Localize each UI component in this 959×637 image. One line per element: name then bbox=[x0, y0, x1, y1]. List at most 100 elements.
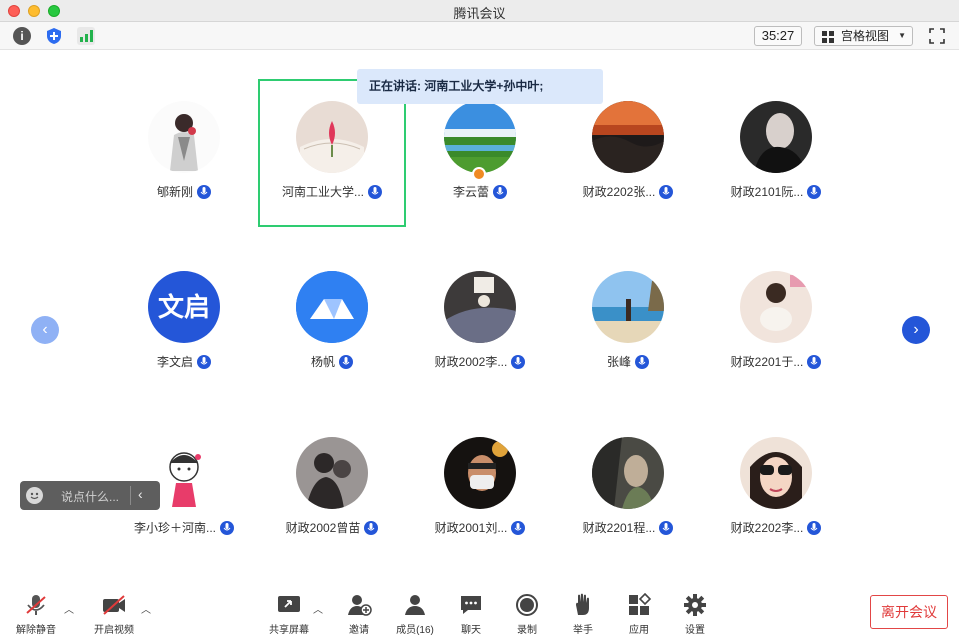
participant-name-row: 李文启 bbox=[110, 353, 258, 371]
window-title: 腾讯会议 bbox=[453, 6, 506, 21]
chevron-left-icon[interactable]: ‹ bbox=[138, 486, 143, 502]
members-icon bbox=[402, 593, 428, 617]
avatar bbox=[148, 101, 220, 173]
gear-icon bbox=[682, 593, 708, 617]
mic-muted-icon bbox=[23, 593, 49, 617]
participant-tile[interactable]: 财政2201程... bbox=[554, 415, 702, 563]
raise-hand-label: 举手 bbox=[573, 625, 593, 636]
view-mode-dropdown[interactable]: 宫格视图 ▼ bbox=[814, 26, 913, 46]
record-label: 录制 bbox=[517, 625, 537, 636]
bottom-control-bar: 解除静音 ︿ 开启视频 ︿ 共享屏幕 ︿ 邀请 成员(16) 聊天 录制 举手 … bbox=[0, 585, 959, 637]
participant-name: 郇新刚 bbox=[156, 185, 193, 199]
chat-icon bbox=[458, 593, 484, 617]
next-page-button[interactable]: › bbox=[902, 316, 930, 344]
avatar bbox=[296, 271, 368, 343]
previous-page-button[interactable]: ‹ bbox=[31, 316, 59, 344]
mic-icon bbox=[511, 520, 526, 535]
mic-icon bbox=[511, 354, 526, 369]
mic-icon bbox=[807, 354, 822, 369]
participant-name-row: 杨帆 bbox=[258, 353, 406, 371]
participant-name-row: 财政2101阮... bbox=[702, 183, 850, 201]
participant-tile[interactable]: 财政2002曾苗 bbox=[258, 415, 406, 563]
participant-name: 杨帆 bbox=[310, 355, 335, 369]
avatar: 文启 bbox=[148, 271, 220, 343]
hand-icon bbox=[570, 593, 596, 617]
unmute-button[interactable]: 解除静音 bbox=[6, 593, 66, 636]
avatar bbox=[444, 271, 516, 343]
participant-name: 财政2001刘... bbox=[434, 521, 508, 535]
apps-button[interactable]: 应用 bbox=[609, 592, 669, 636]
participant-name: 财政2101阮... bbox=[730, 185, 804, 199]
record-button[interactable]: 录制 bbox=[497, 593, 557, 636]
avatar bbox=[592, 437, 664, 509]
title-bar: 腾讯会议 bbox=[0, 0, 959, 22]
participant-tile[interactable]: 财政2101阮... bbox=[702, 79, 850, 227]
avatar bbox=[592, 101, 664, 173]
members-button[interactable]: 成员(16) bbox=[385, 593, 445, 636]
share-screen-label: 共享屏幕 bbox=[269, 625, 309, 636]
info-icon[interactable]: i bbox=[13, 27, 31, 45]
invite-label: 邀请 bbox=[349, 625, 369, 636]
divider bbox=[130, 486, 131, 505]
participant-tile[interactable]: 文启 李文启 bbox=[110, 249, 258, 397]
grid-view-icon bbox=[822, 31, 834, 43]
video-options-caret[interactable]: ︿ bbox=[141, 601, 151, 616]
participant-name-row: 河南工业大学... bbox=[260, 183, 404, 201]
participant-tile[interactable]: 郇新刚 bbox=[110, 79, 258, 227]
avatar bbox=[592, 271, 664, 343]
audio-options-caret[interactable]: ︿ bbox=[64, 601, 74, 616]
avatar bbox=[444, 101, 516, 173]
speaking-indicator: 正在讲话: 河南工业大学+孙中叶; bbox=[357, 69, 603, 104]
raise-hand-button[interactable]: 举手 bbox=[553, 593, 613, 636]
avatar bbox=[296, 437, 368, 509]
participant-name: 财政2002曾苗 bbox=[285, 521, 361, 535]
participant-name-row: 财政2002曾苗 bbox=[258, 519, 406, 537]
chevron-left-icon: ‹ bbox=[42, 321, 48, 338]
view-mode-label: 宫格视图 bbox=[841, 29, 890, 43]
participant-name-row: 财政2002李... bbox=[406, 353, 554, 371]
participant-name: 张峰 bbox=[606, 355, 631, 369]
unmute-label: 解除静音 bbox=[16, 625, 56, 636]
shield-icon[interactable] bbox=[45, 27, 63, 45]
mic-icon bbox=[659, 184, 674, 199]
avatar bbox=[740, 101, 812, 173]
participant-name-row: 李云蕾 bbox=[406, 183, 554, 201]
chat-label: 聊天 bbox=[461, 625, 481, 636]
members-label: 成员(16) bbox=[396, 625, 434, 636]
leave-meeting-button[interactable]: 离开会议 bbox=[870, 595, 948, 629]
participant-tile[interactable]: 财政2201于... bbox=[702, 249, 850, 397]
invite-button[interactable]: 邀请 bbox=[329, 593, 389, 636]
chat-button[interactable]: 聊天 bbox=[441, 593, 501, 636]
participant-name-row: 李小珍＋河南... bbox=[110, 519, 258, 537]
avatar bbox=[740, 271, 812, 343]
emoji-icon[interactable] bbox=[26, 487, 43, 504]
share-options-caret[interactable]: ︿ bbox=[313, 601, 323, 616]
chat-quick-input[interactable]: 说点什么... ‹ bbox=[20, 481, 160, 510]
participant-name-row: 财政2202张... bbox=[554, 183, 702, 201]
settings-button[interactable]: 设置 bbox=[665, 593, 725, 636]
participant-tile[interactable]: 财政2001刘... bbox=[406, 415, 554, 563]
settings-label: 设置 bbox=[685, 625, 705, 636]
participant-name-row: 财政2201程... bbox=[554, 519, 702, 537]
participant-tile[interactable]: 财政2202李... bbox=[702, 415, 850, 563]
meeting-window: 腾讯会议 i 35:27 宫格视图 ▼ 郇新刚 河南工业大学... 李云蕾 财政… bbox=[0, 0, 959, 637]
top-toolbar: i 35:27 宫格视图 ▼ bbox=[0, 22, 959, 50]
participant-tile[interactable]: 财政2002李... bbox=[406, 249, 554, 397]
apps-icon bbox=[626, 592, 652, 617]
start-video-button[interactable]: 开启视频 bbox=[84, 593, 144, 636]
participant-name: 李文启 bbox=[156, 355, 193, 369]
participant-name-row: 张峰 bbox=[554, 353, 702, 371]
fullscreen-icon[interactable] bbox=[928, 27, 946, 45]
avatar bbox=[740, 437, 812, 509]
participant-name: 河南工业大学... bbox=[281, 185, 364, 199]
mic-icon bbox=[635, 354, 649, 369]
mic-icon bbox=[659, 520, 674, 535]
mic-icon bbox=[197, 184, 211, 199]
participant-name-row: 财政2202李... bbox=[702, 519, 850, 537]
participant-name: 财政2202张... bbox=[582, 185, 656, 199]
participant-tile[interactable]: 杨帆 bbox=[258, 249, 406, 397]
mic-icon bbox=[807, 520, 822, 535]
signal-icon[interactable] bbox=[77, 27, 95, 45]
share-screen-button[interactable]: 共享屏幕 bbox=[259, 593, 319, 636]
participant-tile[interactable]: 张峰 bbox=[554, 249, 702, 397]
